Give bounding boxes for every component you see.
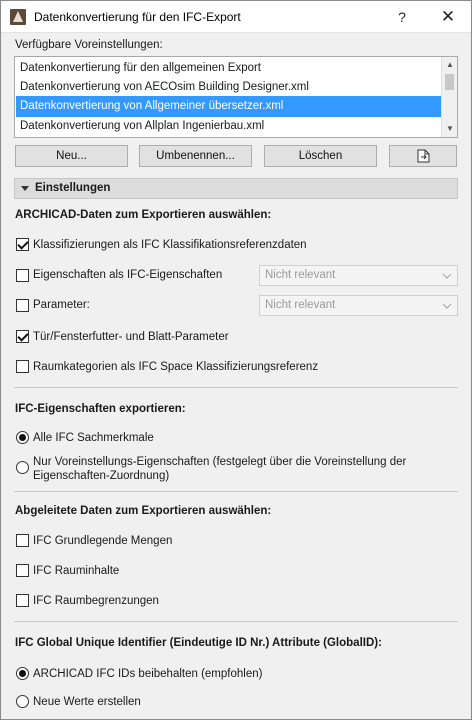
settings-section-header[interactable]: Einstellungen (14, 178, 458, 199)
space-volumes-checkbox[interactable] (16, 564, 29, 577)
parameters-label: Parameter: (33, 299, 90, 311)
ifc-properties-group-title: IFC-Eigenschaften exportieren: (15, 403, 186, 415)
door-window-params-checkbox[interactable] (16, 330, 29, 343)
preset-item-0[interactable]: Datenkonvertierung für den allgemeinen E… (16, 58, 441, 79)
presets-listbox[interactable]: Datenkonvertierung für den allgemeinen E… (14, 56, 458, 138)
title-bar: Datenkonvertierung für den IFC-Export ? … (1, 1, 471, 33)
preset-item-2-selected[interactable]: Datenkonvertierung von Allgemeiner übers… (16, 96, 441, 117)
scroll-down-icon[interactable]: ▼ (442, 121, 458, 137)
space-boundaries-label: IFC Raumbegrenzungen (33, 595, 159, 607)
space-boundaries-checkbox[interactable] (16, 594, 29, 607)
archicad-data-group-title: ARCHICAD-Daten zum Exportieren auswählen… (15, 209, 272, 221)
preset-properties-only-label-line1: Nur Voreinstellungs-Eigenschaften (festg… (33, 456, 407, 468)
door-window-params-label: Tür/Fensterfutter- und Blatt-Parameter (33, 331, 229, 343)
classifications-label: Klassifizierungen als IFC Klassifikation… (33, 239, 307, 251)
preset-item-1[interactable]: Datenkonvertierung von AECOsim Building … (16, 77, 441, 98)
divider (14, 621, 458, 622)
preset-properties-only-radio[interactable] (16, 461, 29, 474)
properties-label: Eigenschaften als IFC-Eigenschaften (33, 269, 223, 281)
derived-data-group-title: Abgeleitete Daten zum Exportieren auswäh… (15, 505, 272, 517)
properties-select[interactable]: Nicht relevant (259, 265, 458, 286)
new-preset-button[interactable]: Neu... (15, 145, 128, 167)
settings-section-title: Einstellungen (35, 182, 111, 194)
scroll-thumb[interactable] (445, 74, 454, 90)
space-volumes-label: IFC Rauminhalte (33, 565, 120, 577)
rename-preset-button[interactable]: Umbenennen... (139, 145, 252, 167)
classifications-checkbox[interactable] (16, 238, 29, 251)
create-new-values-radio[interactable] (16, 695, 29, 708)
create-new-values-label: Neue Werte erstellen (33, 696, 141, 708)
divider (14, 491, 458, 492)
all-ifc-properties-label: Alle IFC Sachmerkmale (33, 432, 154, 444)
window-title: Datenkonvertierung für den IFC-Export (34, 10, 241, 24)
divider (14, 387, 458, 388)
parameters-checkbox[interactable] (16, 299, 29, 312)
parameters-select-value: Nicht relevant (265, 299, 336, 311)
delete-preset-button[interactable]: Löschen (264, 145, 377, 167)
keep-archicad-ids-label: ARCHICAD IFC IDs beibehalten (empfohlen) (33, 668, 263, 680)
parameters-select[interactable]: Nicht relevant (259, 295, 458, 316)
all-ifc-properties-radio[interactable] (16, 431, 29, 444)
preset-item-3[interactable]: Datenkonvertierung von Allplan Ingenierb… (16, 116, 441, 137)
properties-select-value: Nicht relevant (265, 269, 336, 281)
scroll-up-icon[interactable]: ▲ (442, 57, 458, 73)
chevron-down-icon (442, 303, 452, 309)
presets-label: Verfügbare Voreinstellungen: (15, 39, 163, 51)
preset-properties-only-label-line2: Eigenschaften-Zuordnung) (33, 470, 170, 482)
space-categories-label: Raumkategorien als IFC Space Klassifizie… (33, 361, 319, 373)
help-button[interactable]: ? (387, 5, 417, 29)
keep-archicad-ids-radio[interactable] (16, 667, 29, 680)
presets-scrollbar[interactable]: ▲ ▼ (441, 57, 457, 137)
chevron-down-icon (442, 273, 452, 279)
collapse-triangle-icon[interactable] (21, 186, 29, 191)
base-quantities-checkbox[interactable] (16, 534, 29, 547)
ifc-data-conversion-dialog: Datenkonvertierung für den IFC-Export ? … (0, 0, 472, 720)
archicad-app-icon (10, 9, 26, 25)
space-categories-checkbox[interactable] (16, 360, 29, 373)
guid-group-title: IFC Global Unique Identifier (Eindeutige… (15, 637, 382, 649)
base-quantities-label: IFC Grundlegende Mengen (33, 535, 173, 547)
export-preset-button[interactable] (389, 145, 457, 167)
properties-checkbox[interactable] (16, 269, 29, 282)
document-export-icon (417, 149, 430, 163)
close-button[interactable]: ✕ (433, 5, 463, 29)
